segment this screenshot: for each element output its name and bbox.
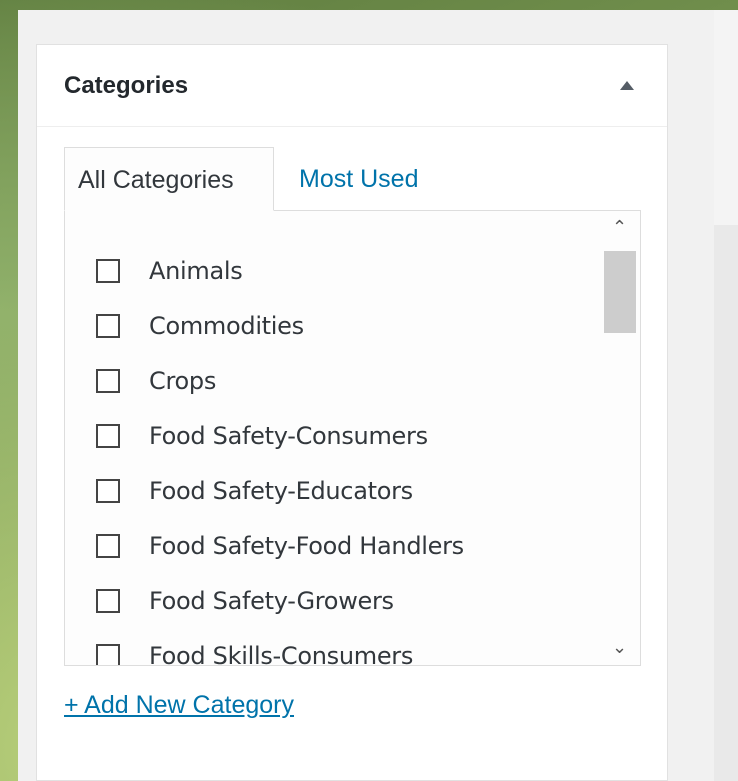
category-item-food-skills-consumers[interactable]: Food Skills-Consumers — [96, 636, 414, 666]
scrollbar-thumb[interactable] — [604, 251, 636, 333]
scroll-down-arrow-icon[interactable]: ⌄ — [612, 639, 627, 657]
tab-most-used[interactable]: Most Used — [299, 147, 418, 211]
category-label: Food Safety-Consumers — [149, 422, 428, 450]
main-content-edge-top — [714, 10, 738, 225]
category-label: Food Safety-Growers — [149, 587, 394, 615]
metabox-title: Categories — [64, 72, 189, 99]
category-item-crops[interactable]: Crops — [96, 361, 216, 401]
scroll-up-arrow-icon[interactable]: ⌃ — [612, 219, 627, 237]
category-label: Food Safety-Food Handlers — [149, 532, 464, 560]
checkbox[interactable] — [96, 644, 120, 665]
category-item-food-safety-consumers[interactable]: Food Safety-Consumers — [96, 416, 428, 456]
category-label: Food Skills-Consumers — [149, 642, 414, 666]
metabox-header[interactable]: Categories — [37, 45, 667, 127]
checkbox[interactable] — [96, 424, 120, 448]
category-item-food-safety-growers[interactable]: Food Safety-Growers — [96, 581, 394, 621]
add-new-category-link[interactable]: + Add New Category — [64, 691, 294, 720]
category-item-food-safety-food-handlers[interactable]: Food Safety-Food Handlers — [96, 526, 464, 566]
main-content-edge — [714, 10, 738, 781]
checkbox[interactable] — [96, 314, 120, 338]
category-item-commodities[interactable]: Commodities — [96, 306, 304, 346]
category-checklist: Animals Commodities Crops Food Safety-Co… — [64, 210, 641, 666]
category-item-food-safety-educators[interactable]: Food Safety-Educators — [96, 471, 413, 511]
triangle-up-icon[interactable] — [620, 81, 634, 90]
category-label: Commodities — [149, 312, 304, 340]
category-label: Food Safety-Educators — [149, 477, 413, 505]
checkbox[interactable] — [96, 259, 120, 283]
checkbox[interactable] — [96, 534, 120, 558]
categories-metabox: Categories All Categories Most Used Anim… — [36, 44, 668, 781]
checkbox[interactable] — [96, 589, 120, 613]
checkbox[interactable] — [96, 479, 120, 503]
category-item-animals[interactable]: Animals — [96, 251, 243, 291]
list-scrollbar[interactable]: ⌃ ⌄ — [600, 211, 638, 665]
category-label: Animals — [149, 257, 243, 285]
checkbox[interactable] — [96, 369, 120, 393]
tab-all-categories[interactable]: All Categories — [64, 147, 274, 211]
category-label: Crops — [149, 367, 217, 395]
